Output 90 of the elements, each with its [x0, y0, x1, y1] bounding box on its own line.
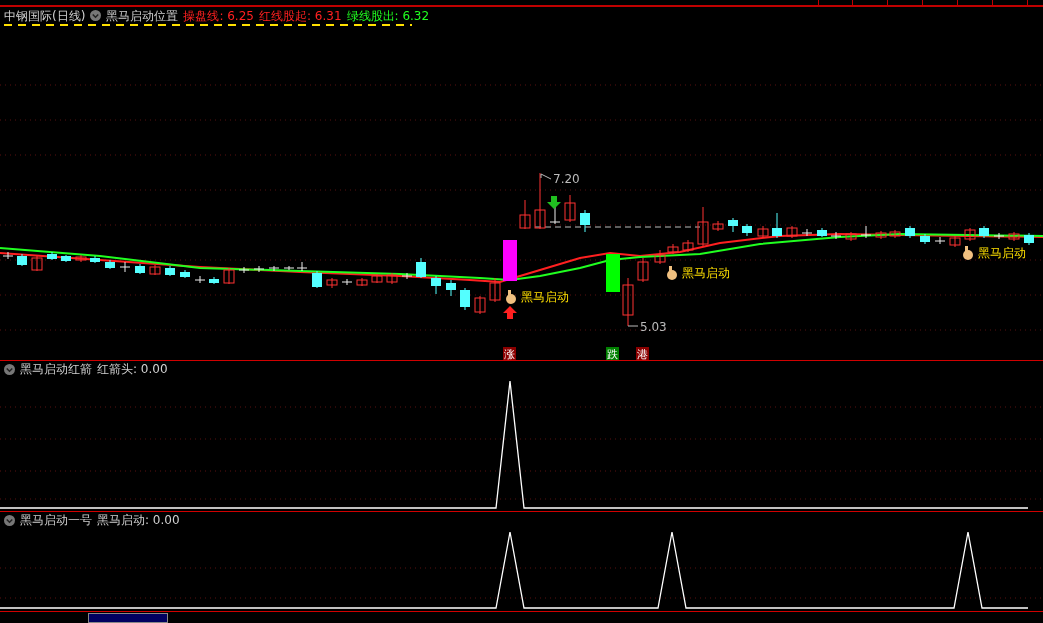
panel-title: 黑马启动红箭: [20, 362, 92, 376]
candlestick: [312, 270, 322, 289]
candlestick: [637, 257, 649, 283]
candlestick: [209, 276, 219, 285]
candlestick: [90, 255, 100, 264]
panel-reading: 黑马启动: 0.00: [97, 513, 180, 527]
up-arrow-icon: [503, 306, 517, 319]
candlestick: [934, 236, 946, 245]
leader-line: [540, 173, 552, 180]
candlestick: [149, 264, 161, 276]
signal-bar: [606, 254, 620, 292]
panel-title: 黑马启动一号: [20, 513, 92, 527]
high-price-label: 7.20: [553, 172, 580, 186]
candlestick: [489, 277, 501, 303]
candlestick: [964, 227, 976, 242]
candlestick: [728, 217, 738, 233]
candlestick: [460, 287, 470, 311]
candlestick: [772, 212, 782, 239]
candlestick: [371, 273, 383, 284]
marker-text: 港: [637, 348, 648, 361]
dropdown-icon[interactable]: [90, 10, 102, 21]
candlestick: [223, 267, 235, 285]
candlestick: [401, 272, 413, 280]
candlestick: [519, 199, 531, 230]
candlestick: [356, 277, 368, 287]
marker-text: 跌: [607, 348, 618, 361]
candlestick: [326, 277, 338, 289]
candlestick: [949, 235, 961, 248]
candlestick: [905, 225, 915, 239]
candlestick: [993, 232, 1005, 240]
low-price-label: 5.03: [640, 320, 667, 334]
candlestick: [238, 266, 250, 274]
candlestick: [31, 255, 43, 272]
candlestick: [47, 251, 57, 261]
candlestick: [534, 172, 546, 230]
candlestick: [845, 231, 857, 242]
candlestick: [75, 254, 87, 263]
panel-reading: 红箭头: 0.00: [97, 362, 168, 376]
indicator-value: 操盘线: 6.25: [183, 8, 254, 23]
candlestick: [712, 220, 724, 232]
candlestick: [180, 269, 190, 279]
candlestick: [2, 251, 14, 260]
candlestick: [875, 230, 887, 240]
candlestick: [135, 263, 145, 275]
candlestick: [757, 225, 769, 239]
candlestick: [446, 279, 456, 297]
candlestick: [1024, 232, 1034, 246]
candlestick: [817, 227, 827, 238]
candlestick: [742, 223, 752, 237]
down-arrow-icon: [547, 196, 561, 209]
candlestick: [697, 206, 709, 247]
candlestick: [416, 257, 426, 279]
candlestick: [474, 295, 486, 315]
candlestick: [979, 225, 989, 239]
candlestick: [801, 228, 813, 237]
candlestick: [105, 259, 115, 270]
candlestick: [682, 239, 694, 253]
stock-title: 中钢国际(日线): [4, 8, 86, 23]
dropdown-icon[interactable]: [4, 363, 15, 375]
candlestick: [580, 209, 590, 233]
leader-line: [627, 325, 639, 327]
marker-text: 涨: [504, 348, 515, 361]
signal-bar: [503, 240, 517, 281]
candlestick: [341, 278, 353, 286]
signal-label: 黑马启动: [682, 266, 730, 280]
candlestick: [860, 225, 872, 239]
dropdown-icon[interactable]: [4, 514, 15, 526]
candlestick: [564, 194, 576, 223]
indicator-name: 黑马启动位置: [106, 8, 179, 23]
candlestick: [667, 243, 679, 255]
candlestick: [920, 233, 930, 245]
candlestick: [119, 261, 131, 273]
candlestick: [654, 249, 666, 265]
candlestick: [386, 272, 398, 285]
candlestick: [17, 253, 27, 267]
candlestick: [889, 229, 901, 239]
indicator-value: 红线股起: 6.31: [258, 8, 342, 23]
candlestick: [622, 277, 634, 327]
indicator-value: 绿线股出: 6.32: [346, 8, 430, 23]
candlestick: [786, 225, 798, 239]
candlestick: [1008, 231, 1020, 242]
signal-label: 黑马启动: [978, 246, 1026, 260]
candlestick: [165, 265, 175, 277]
candlestick: [268, 265, 280, 272]
candlestick: [61, 254, 71, 263]
candlestick: [253, 265, 265, 273]
candlestick: [431, 275, 441, 295]
candlestick: [194, 275, 206, 284]
candlestick: [830, 231, 842, 240]
signal-label: 黑马启动: [521, 290, 569, 304]
